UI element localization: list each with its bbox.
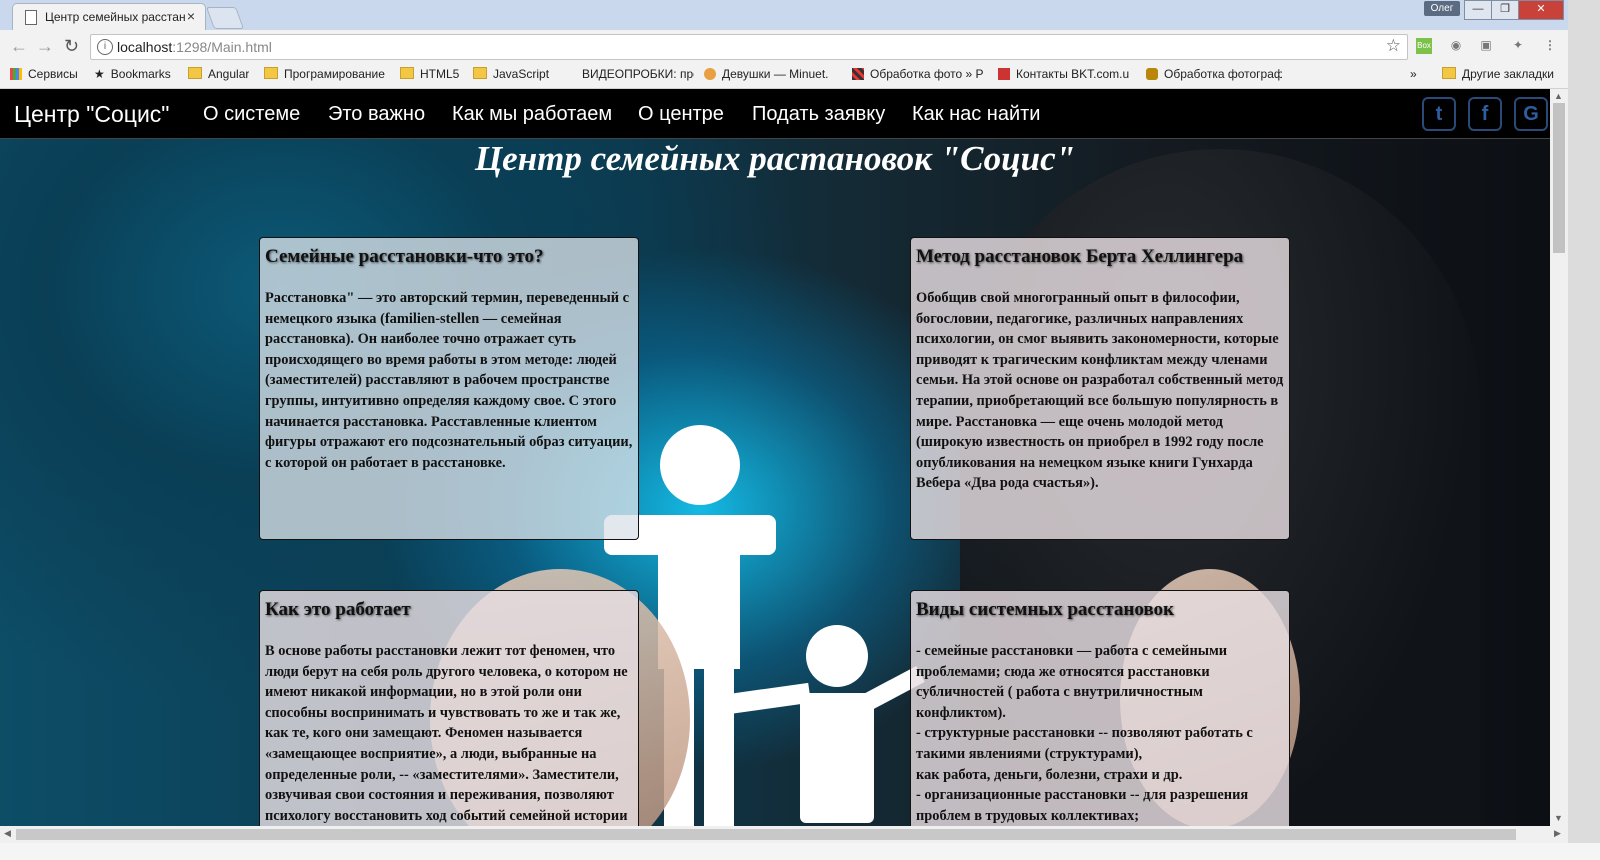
folder-icon bbox=[400, 67, 414, 79]
vertical-scroll-thumb[interactable] bbox=[1553, 103, 1565, 253]
google-icon[interactable]: G bbox=[1514, 97, 1548, 131]
info-icon[interactable]: i bbox=[97, 39, 113, 55]
card-text: Обобщив свой многогранный опыт в философ… bbox=[916, 290, 1284, 492]
other-bookmarks-folder[interactable]: Другие закладки bbox=[1442, 67, 1554, 81]
bookmark-item[interactable]: ★ Bookmarks bbox=[94, 67, 171, 81]
close-window-button[interactable]: ✕ bbox=[1518, 0, 1564, 20]
bookmark-label: Обработка фотограф bbox=[1164, 67, 1282, 81]
bookmark-item[interactable]: Сервисы bbox=[10, 67, 78, 81]
bookmark-label: Angular bbox=[208, 67, 250, 81]
puzzle-icon[interactable]: ✦ bbox=[1510, 38, 1526, 54]
site-icon bbox=[1146, 68, 1158, 80]
bookmark-label: Контакты BKT.com.u bbox=[1016, 67, 1130, 81]
nav-link-about-center[interactable]: О центре bbox=[638, 103, 724, 126]
site-brand[interactable]: Центр "Социс" bbox=[14, 101, 169, 128]
globe-icon[interactable]: ◉ bbox=[1448, 38, 1464, 54]
new-tab-button[interactable] bbox=[205, 7, 245, 29]
nav-link-how-we-work[interactable]: Как мы работаем bbox=[452, 103, 612, 126]
address-bar-row: ← → ↻ i localhost:1298/Main.html ☆ Вох ◉… bbox=[0, 30, 1600, 62]
minimize-button[interactable]: — bbox=[1464, 0, 1492, 20]
maximize-button[interactable]: ❐ bbox=[1491, 0, 1519, 20]
tab-title: Центр семейных расстановок "Социс" bbox=[45, 10, 185, 24]
info-card: Виды системных расстановок - семейные ра… bbox=[910, 590, 1290, 826]
bookmark-label: JavaScript bbox=[493, 67, 550, 81]
profile-button[interactable]: Олег bbox=[1424, 1, 1460, 16]
scroll-right-icon[interactable]: ▶ bbox=[1554, 828, 1561, 839]
site-icon bbox=[704, 68, 716, 80]
extension-icon[interactable]: Вох bbox=[1416, 38, 1432, 54]
nav-link-important[interactable]: Это важно bbox=[328, 103, 425, 126]
nav-link-find-us[interactable]: Как нас найти bbox=[912, 103, 1040, 126]
info-card: Как это работает В основе работы расстан… bbox=[259, 590, 639, 826]
bookmark-label: Обработка фото » P bbox=[870, 67, 984, 81]
bookmarks-overflow-button[interactable]: » bbox=[1410, 67, 1417, 81]
tab-close-icon[interactable]: × bbox=[187, 8, 195, 24]
bookmark-folder[interactable]: Програмирование bbox=[264, 67, 385, 81]
twitter-icon[interactable]: t bbox=[1422, 97, 1456, 131]
bookmark-folder[interactable]: JavaScript bbox=[473, 67, 549, 81]
apps-grid-icon bbox=[10, 68, 22, 80]
bookmark-star-icon[interactable]: ☆ bbox=[1386, 36, 1401, 56]
bookmark-label: Bookmarks bbox=[110, 67, 171, 81]
folder-icon bbox=[473, 67, 487, 79]
nav-link-apply[interactable]: Подать заявку bbox=[752, 103, 885, 126]
bookmark-label: Програмирование bbox=[284, 67, 385, 81]
camera-icon[interactable]: ▣ bbox=[1478, 38, 1494, 54]
bookmark-item[interactable]: Обработка фото » P bbox=[852, 67, 988, 81]
menu-icon[interactable]: ⋮ bbox=[1542, 38, 1558, 54]
scroll-down-icon[interactable]: ▼ bbox=[1554, 813, 1563, 823]
info-card: Метод расстановок Берта Хеллингера Обобщ… bbox=[910, 237, 1290, 540]
folder-icon bbox=[188, 67, 202, 79]
window-edge-bottom bbox=[0, 843, 1600, 860]
scroll-left-icon[interactable]: ◀ bbox=[4, 828, 11, 839]
site-icon bbox=[998, 68, 1010, 80]
back-icon[interactable]: ← bbox=[10, 36, 28, 57]
folder-icon bbox=[1442, 67, 1456, 79]
facebook-icon[interactable]: f bbox=[1468, 97, 1502, 131]
bookmark-item[interactable]: Девушки — Minuet. bbox=[704, 67, 840, 81]
bookmark-label: ВИДЕОПРОБКИ: про bbox=[582, 67, 694, 81]
bookmark-item[interactable]: Контакты BKT.com.u bbox=[998, 67, 1134, 81]
bookmark-folder[interactable]: HTML5 bbox=[400, 67, 459, 81]
scroll-up-icon[interactable]: ▲ bbox=[1554, 91, 1563, 101]
browser-tab[interactable]: Центр семейных расстановок "Социс" × bbox=[12, 3, 206, 31]
card-title: Семейные расстановки-что это? bbox=[265, 246, 544, 267]
bookmark-label: Другие закладки bbox=[1462, 67, 1554, 81]
horizontal-scrollbar[interactable]: ◀ ▶ bbox=[0, 826, 1568, 843]
bookmark-label: Девушки — Minuet. bbox=[722, 67, 829, 81]
bookmark-label: Сервисы bbox=[28, 67, 78, 81]
card-title: Как это работает bbox=[265, 599, 411, 620]
bookmark-folder[interactable]: Angular bbox=[188, 67, 249, 81]
nav-link-about-system[interactable]: О системе bbox=[203, 103, 300, 126]
page-title: Центр семейных растановок "Социс" bbox=[474, 139, 1076, 178]
bookmark-label: HTML5 bbox=[420, 67, 460, 81]
url-path: :1298/Main.html bbox=[172, 39, 272, 55]
card-text: - семейные расстановки — работа с семейн… bbox=[916, 643, 1253, 824]
url-host: localhost bbox=[117, 39, 173, 55]
bookmark-item[interactable]: ВИДЕОПРОБКИ: про bbox=[582, 67, 694, 81]
bookmark-item[interactable]: Обработка фотограф bbox=[1146, 67, 1282, 81]
forward-icon[interactable]: → bbox=[36, 36, 54, 57]
card-title: Метод расстановок Берта Хеллингера bbox=[916, 246, 1244, 267]
page-viewport: Центр "Социс" О системе Это важно Как мы… bbox=[0, 89, 1550, 826]
url-input[interactable]: i localhost:1298/Main.html ☆ bbox=[90, 34, 1408, 60]
card-text: В основе работы расстановки лежит тот фе… bbox=[265, 643, 628, 824]
browser-tab-bar: Центр семейных расстановок "Социс" × Оле… bbox=[0, 0, 1600, 31]
reload-icon[interactable]: ↻ bbox=[64, 36, 79, 57]
site-navbar: Центр "Социс" О системе Это важно Как мы… bbox=[0, 89, 1550, 139]
folder-icon bbox=[264, 67, 278, 79]
card-title: Виды системных расстановок bbox=[916, 599, 1174, 620]
card-text: Расстановка" — это авторский термин, пер… bbox=[265, 290, 633, 471]
site-icon bbox=[852, 68, 864, 80]
window-edge bbox=[1568, 0, 1600, 860]
info-card: Семейные расстановки-что это? Расстановк… bbox=[259, 237, 639, 540]
url-text: localhost:1298/Main.html bbox=[117, 39, 272, 55]
bookmarks-bar: Сервисы ★ Bookmarks Angular Програмирован… bbox=[0, 62, 1600, 89]
vertical-scrollbar[interactable]: ▲ ▼ bbox=[1550, 89, 1568, 826]
page-icon bbox=[25, 10, 37, 25]
star-icon: ★ bbox=[94, 67, 105, 81]
horizontal-scroll-thumb[interactable] bbox=[16, 829, 1516, 840]
